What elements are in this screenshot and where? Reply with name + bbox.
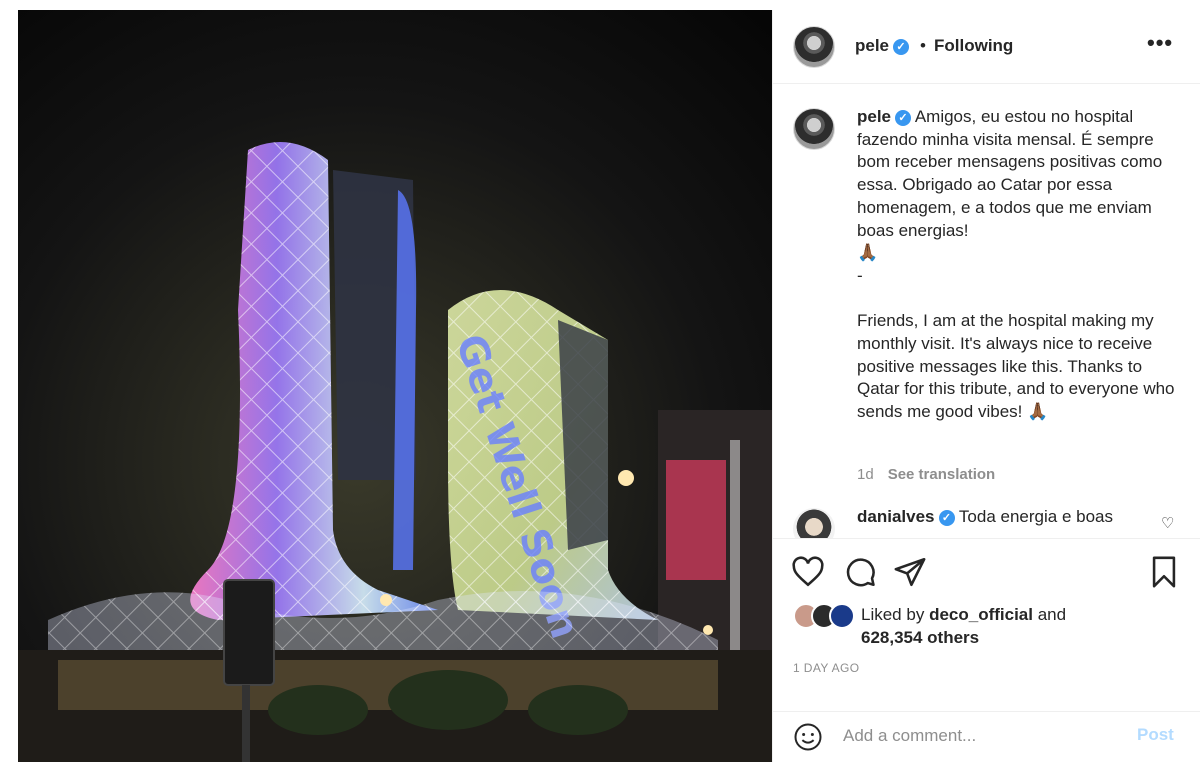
author-username-text[interactable]: pele: [855, 36, 889, 55]
commenter-username[interactable]: danialves ✓: [857, 507, 955, 526]
commenter-verified-badge-icon: ✓: [938, 510, 955, 526]
liked-by-suffix: and: [1037, 605, 1067, 624]
author-username[interactable]: pele ✓: [855, 36, 910, 56]
liked-by-avatars[interactable]: [793, 603, 861, 629]
caption-verified-badge-icon: ✓: [895, 110, 912, 126]
doha-towers-photo: Get Well Soon: [18, 10, 772, 762]
post-comment-button[interactable]: Post: [1137, 725, 1174, 745]
comment-input[interactable]: [843, 722, 1123, 750]
emoji-icon[interactable]: [793, 722, 823, 752]
caption-username[interactable]: pele ✓: [857, 107, 912, 126]
comment-text: Toda energia e boas: [958, 507, 1113, 526]
post-side-panel: pele ✓ • Following ••• pele ✓ Amigos, eu e…: [772, 10, 1200, 762]
liked-by-prefix: Liked by: [861, 605, 925, 624]
commenter-username-text[interactable]: danialves: [857, 507, 935, 526]
likes-summary: Liked by deco_official and 628,354 other…: [861, 603, 1066, 649]
caption-time[interactable]: 1d: [857, 466, 874, 483]
liker-username[interactable]: deco_official: [929, 605, 1033, 624]
comment-like-heart-icon[interactable]: ♡: [1161, 514, 1174, 532]
following-button[interactable]: Following: [934, 36, 1013, 56]
comment-icon[interactable]: [843, 555, 877, 589]
likes-count[interactable]: 628,354 others: [861, 628, 979, 647]
add-comment-bar: Post: [773, 711, 1200, 759]
post-header: pele ✓ • Following •••: [773, 10, 1200, 84]
post-actions: Liked by deco_official and 628,354 other…: [773, 538, 1200, 758]
caption-scroll-area[interactable]: pele ✓ Amigos, eu estou no hospital fazen…: [773, 84, 1200, 550]
author-avatar[interactable]: [793, 26, 835, 68]
liker-avatar[interactable]: [829, 603, 855, 629]
post-image[interactable]: Get Well Soon: [18, 10, 772, 762]
share-icon[interactable]: [893, 555, 927, 589]
caption-author-avatar[interactable]: [793, 108, 835, 150]
comment-item: danialves ✓ Toda energia e boas: [857, 506, 1113, 528]
bookmark-icon[interactable]: [1147, 555, 1181, 589]
more-options-icon[interactable]: •••: [1147, 30, 1173, 56]
heart-icon[interactable]: [791, 555, 825, 589]
see-translation-link[interactable]: See translation: [888, 466, 996, 483]
header-separator: •: [920, 36, 926, 55]
caption-text: Amigos, eu estou no hospital fazendo min…: [857, 107, 1175, 422]
verified-badge-icon: ✓: [893, 39, 910, 55]
post-caption: pele ✓ Amigos, eu estou no hospital fazen…: [857, 106, 1177, 424]
caption-username-text[interactable]: pele: [857, 107, 891, 126]
caption-meta: 1d See translation: [857, 466, 995, 483]
post-timestamp[interactable]: 1 DAY AGO: [793, 661, 860, 675]
